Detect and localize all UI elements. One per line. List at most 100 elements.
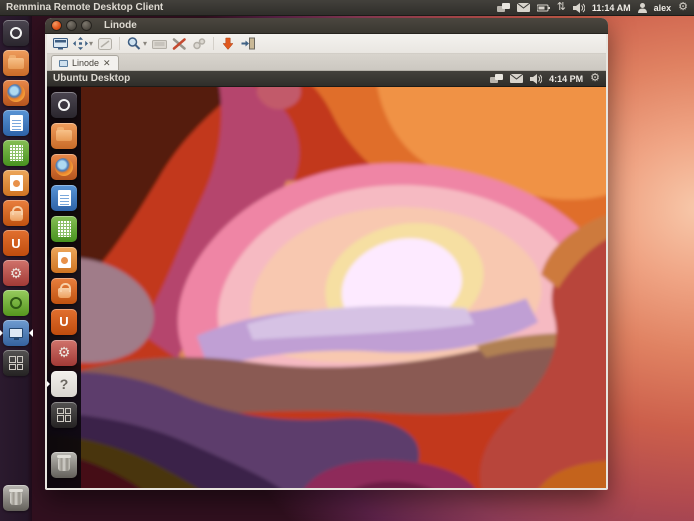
- mail-icon[interactable]: [510, 74, 523, 83]
- window-title: Linode: [104, 20, 137, 31]
- ubuntu-dash-icon: [51, 92, 77, 118]
- host-username[interactable]: alex: [654, 3, 672, 13]
- launcher-item-ubuntu-one[interactable]: U: [0, 228, 32, 258]
- workspace-switcher-icon: [51, 402, 77, 428]
- tab-screen-icon: [59, 60, 68, 67]
- remote-launcher-item-impress[interactable]: [47, 244, 81, 275]
- host-app-title: Remmina Remote Desktop Client: [6, 2, 163, 13]
- launcher-item-trash[interactable]: [0, 483, 32, 513]
- preferences-button[interactable]: [170, 35, 188, 52]
- remote-top-panel: Ubuntu Desktop 4:14 PM ⚙: [47, 71, 606, 87]
- software-center-icon: [3, 200, 29, 226]
- grab-keyboard-button[interactable]: [150, 35, 168, 52]
- host-unity-launcher: U ⚙: [0, 16, 32, 521]
- focus-pip: [29, 329, 33, 337]
- trash-icon: [3, 485, 29, 511]
- remote-launcher-item-home-folder[interactable]: [47, 120, 81, 151]
- window-titlebar[interactable]: Linode: [45, 18, 608, 34]
- remmina-window: Linode ▾ ▾: [45, 18, 608, 490]
- remote-wallpaper: [47, 87, 606, 488]
- tab-bar: Linode ✕: [47, 54, 606, 71]
- tab-linode[interactable]: Linode ✕: [51, 55, 119, 70]
- ubuntu-green-icon: [3, 290, 29, 316]
- remote-launcher-item-calc[interactable]: [47, 213, 81, 244]
- tab-close-icon[interactable]: ✕: [103, 58, 111, 69]
- launcher-item-calc[interactable]: [0, 138, 32, 168]
- remote-tray: 4:14 PM ⚙: [490, 73, 600, 84]
- remote-launcher-item-system-settings[interactable]: ⚙: [47, 337, 81, 368]
- session-gear-icon[interactable]: ⚙: [678, 2, 688, 13]
- remote-launcher-item-software-center[interactable]: [47, 275, 81, 306]
- battery-icon[interactable]: [537, 4, 550, 12]
- ubuntu-dash-icon: [3, 20, 29, 46]
- launcher-item-ubuntu-software[interactable]: [0, 288, 32, 318]
- volume-icon[interactable]: [573, 3, 585, 13]
- fullscreen-button[interactable]: [51, 35, 69, 52]
- firefox-icon: [3, 80, 29, 106]
- launcher-item-home-folder[interactable]: [0, 48, 32, 78]
- host-top-panel: Remmina Remote Desktop Client ⇅ 11:14 AM…: [0, 0, 694, 16]
- volume-icon[interactable]: [530, 74, 542, 84]
- session-gear-icon[interactable]: ⚙: [590, 73, 600, 84]
- writer-icon: [51, 185, 77, 211]
- workspace-switcher-icon: [3, 350, 29, 376]
- remote-launcher-item-workspaces[interactable]: [47, 399, 81, 430]
- remote-unity-launcher: U ⚙ ?: [47, 87, 81, 488]
- remote-launcher-item-dash-home[interactable]: [47, 89, 81, 120]
- software-center-icon: [51, 278, 77, 304]
- tab-label: Linode: [72, 58, 99, 68]
- host-clock[interactable]: 11:14 AM: [592, 3, 631, 13]
- launcher-item-software-center[interactable]: [0, 198, 32, 228]
- settings-gear-icon: ⚙: [51, 340, 77, 366]
- user-icon[interactable]: [638, 3, 647, 13]
- unknown-app-icon: ?: [51, 371, 77, 397]
- toolbar-separator: [213, 37, 214, 50]
- zoom-button[interactable]: [125, 35, 143, 52]
- remote-desktop-title: Ubuntu Desktop: [53, 73, 130, 84]
- remote-clock[interactable]: 4:14 PM: [549, 74, 583, 84]
- close-window-button[interactable]: [51, 20, 62, 31]
- fit-dropdown-caret[interactable]: ▾: [89, 39, 93, 48]
- network-icon[interactable]: [497, 3, 510, 13]
- remote-launcher-item-ubuntu-one[interactable]: U: [47, 306, 81, 337]
- scaled-mode-button[interactable]: [96, 35, 114, 52]
- ubuntu-one-icon: U: [3, 230, 29, 256]
- calc-icon: [3, 140, 29, 166]
- folder-icon: [3, 50, 29, 76]
- impress-icon: [3, 170, 29, 196]
- minimize-window-button[interactable]: [66, 20, 77, 31]
- launcher-item-writer[interactable]: [0, 108, 32, 138]
- launcher-item-workspaces[interactable]: [0, 348, 32, 378]
- settings-gear-icon: ⚙: [3, 260, 29, 286]
- remote-launcher-item-firefox[interactable]: [47, 151, 81, 182]
- screenshot-button[interactable]: [219, 35, 237, 52]
- remote-launcher-item-trash[interactable]: [47, 449, 81, 480]
- calc-icon: [51, 216, 77, 242]
- launcher-item-impress[interactable]: [0, 168, 32, 198]
- launcher-item-remmina[interactable]: [0, 318, 32, 348]
- disconnect-button[interactable]: [239, 35, 257, 52]
- maximize-window-button[interactable]: [81, 20, 92, 31]
- launcher-item-system-settings[interactable]: ⚙: [0, 258, 32, 288]
- remote-desktop-viewport[interactable]: Ubuntu Desktop 4:14 PM ⚙: [47, 71, 606, 488]
- remmina-icon: [3, 320, 29, 346]
- host-tray: ⇅ 11:14 AM alex ⚙: [497, 2, 688, 13]
- sync-arrows-icon[interactable]: ⇅: [557, 2, 566, 13]
- mail-icon[interactable]: [517, 3, 530, 12]
- remmina-toolbar: ▾ ▾: [47, 34, 606, 54]
- network-icon[interactable]: [490, 74, 503, 84]
- zoom-dropdown-caret[interactable]: ▾: [143, 39, 147, 48]
- remote-launcher-item-unknown-app[interactable]: ?: [47, 368, 81, 399]
- folder-icon: [51, 123, 77, 149]
- toolbar-separator: [119, 37, 120, 50]
- running-pip: [47, 380, 50, 388]
- impress-icon: [51, 247, 77, 273]
- firefox-icon: [51, 154, 77, 180]
- launcher-item-dash-home[interactable]: [0, 18, 32, 48]
- writer-icon: [3, 110, 29, 136]
- tools-button[interactable]: [190, 35, 208, 52]
- remote-launcher-item-writer[interactable]: [47, 182, 81, 213]
- ubuntu-one-icon: U: [51, 309, 77, 335]
- fit-window-button[interactable]: [71, 35, 89, 52]
- launcher-item-firefox[interactable]: [0, 78, 32, 108]
